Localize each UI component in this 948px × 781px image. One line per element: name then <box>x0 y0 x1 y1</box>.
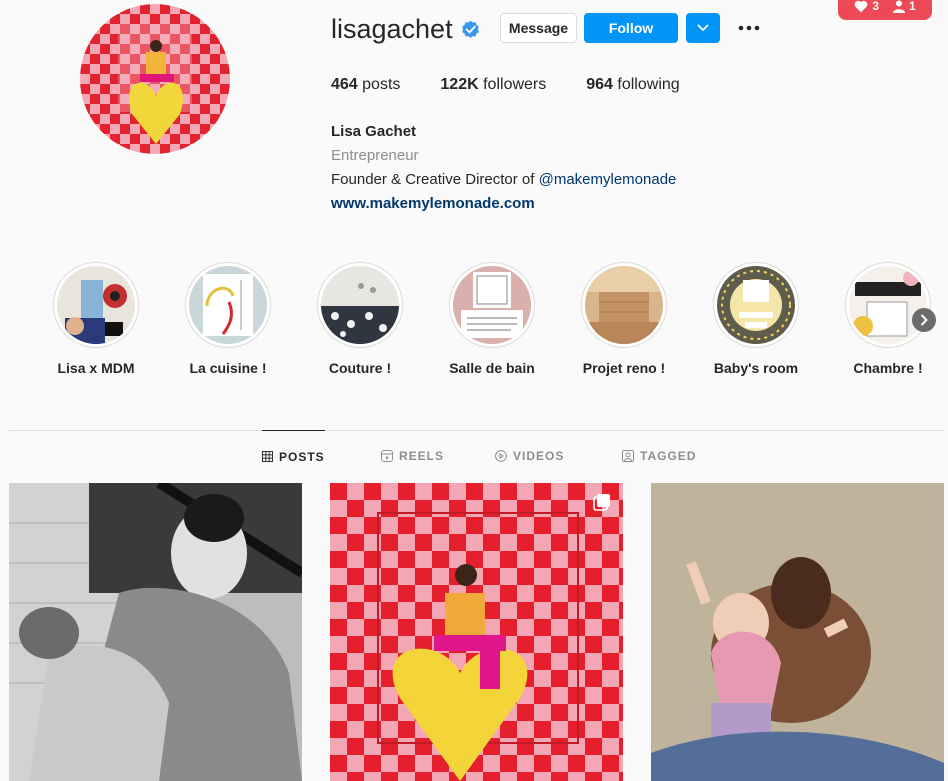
highlight-item[interactable]: Salle de bain <box>449 262 535 376</box>
tab-videos-label: VIDEOS <box>513 449 565 463</box>
highlight-ring <box>449 262 535 348</box>
highlight-cover <box>57 266 135 344</box>
profile-full-name: Lisa Gachet <box>331 123 417 140</box>
profile-username: lisagachet <box>331 14 453 44</box>
highlight-label: Baby's room <box>713 360 799 376</box>
tagged-person-icon <box>622 450 634 462</box>
chevron-right-icon <box>920 314 928 326</box>
tab-videos[interactable]: VIDEOS <box>495 430 564 482</box>
likes-count: 3 <box>872 0 879 13</box>
suggested-accounts-button[interactable] <box>686 13 720 43</box>
highlight-ring <box>53 262 139 348</box>
multi-image-icon <box>593 494 610 511</box>
highlight-cover <box>189 266 267 344</box>
posts-count: 464 <box>331 76 358 93</box>
post-image <box>9 483 302 781</box>
profile-tabs: POSTS REELS VIDEOS TAGGED <box>0 430 948 482</box>
bio-mention-link[interactable]: @makemylemonade <box>539 171 677 188</box>
posts-label: posts <box>362 76 401 93</box>
tab-posts[interactable]: POSTS <box>262 430 325 482</box>
highlight-ring <box>581 262 667 348</box>
profile-stats: 464 posts 122K followers 964 following <box>331 76 720 94</box>
post-image <box>330 483 623 781</box>
verified-badge-icon <box>461 20 479 38</box>
highlight-cover <box>717 266 795 344</box>
tab-posts-label: POSTS <box>279 449 325 464</box>
likes-count-group: 3 <box>854 0 879 13</box>
profile-category: Entrepreneur <box>331 147 419 164</box>
highlight-item[interactable]: Baby's room <box>713 262 799 376</box>
highlight-ring <box>845 262 931 348</box>
highlight-ring <box>185 262 271 348</box>
highlight-label: La cuisine ! <box>189 360 267 376</box>
tab-reels[interactable]: REELS <box>381 430 444 482</box>
post-thumbnail[interactable] <box>330 483 623 781</box>
highlight-item[interactable]: Couture ! <box>317 262 403 376</box>
message-button[interactable]: Message <box>500 13 577 43</box>
posts-stat: 464 posts <box>331 76 400 94</box>
post-thumbnail[interactable] <box>9 483 302 781</box>
profile-avatar[interactable] <box>80 4 230 154</box>
highlight-label: Lisa x MDM <box>57 360 135 376</box>
follows-count: 1 <box>909 0 916 13</box>
highlight-label: Couture ! <box>328 360 392 376</box>
highlight-cover <box>321 266 399 344</box>
followers-count: 122K <box>440 76 479 93</box>
highlight-item[interactable]: Projet reno ! <box>581 262 667 376</box>
highlight-cover <box>585 266 663 344</box>
profile-bio: Lisa Gachet Entrepreneur Founder & Creat… <box>331 120 676 216</box>
grid-icon <box>262 451 273 462</box>
highlight-label: Salle de bain <box>449 360 535 376</box>
follows-count-group: 1 <box>893 0 916 13</box>
avatar-image <box>80 4 230 154</box>
post-thumbnail[interactable] <box>651 483 944 781</box>
highlights-next-button[interactable] <box>912 308 936 332</box>
reels-icon <box>381 450 393 462</box>
post-image <box>651 483 944 781</box>
following-count: 964 <box>586 76 613 93</box>
follow-button[interactable]: Follow <box>584 13 678 43</box>
bio-text: Founder & Creative Director of <box>331 171 539 188</box>
tab-reels-label: REELS <box>399 449 445 463</box>
highlight-label: Chambre ! <box>853 360 923 376</box>
following-label: following <box>617 76 680 93</box>
activity-notification-badge[interactable]: 3 1 <box>838 0 932 20</box>
profile-username-row: lisagachet <box>331 14 480 45</box>
video-play-icon <box>495 450 507 462</box>
heart-icon <box>854 0 868 12</box>
highlight-ring <box>713 262 799 348</box>
highlight-label: Projet reno ! <box>582 360 666 376</box>
more-dots-icon <box>738 25 760 31</box>
highlight-item[interactable]: Lisa x MDM <box>53 262 139 376</box>
followers-stat[interactable]: 122K followers <box>440 76 546 94</box>
following-stat[interactable]: 964 following <box>586 76 679 94</box>
highlight-ring <box>317 262 403 348</box>
person-icon <box>893 0 905 13</box>
bio-line: Founder & Creative Director of @makemyle… <box>331 168 676 192</box>
tab-tagged-label: TAGGED <box>640 449 697 463</box>
highlight-cover <box>453 266 531 344</box>
chevron-down-icon <box>697 24 709 32</box>
highlight-item[interactable]: La cuisine ! <box>185 262 271 376</box>
followers-label: followers <box>483 76 547 93</box>
highlight-cover <box>849 266 927 344</box>
tab-tagged[interactable]: TAGGED <box>622 430 696 482</box>
website-link[interactable]: www.makemylemonade.com <box>331 192 676 216</box>
more-options-button[interactable] <box>736 16 762 40</box>
